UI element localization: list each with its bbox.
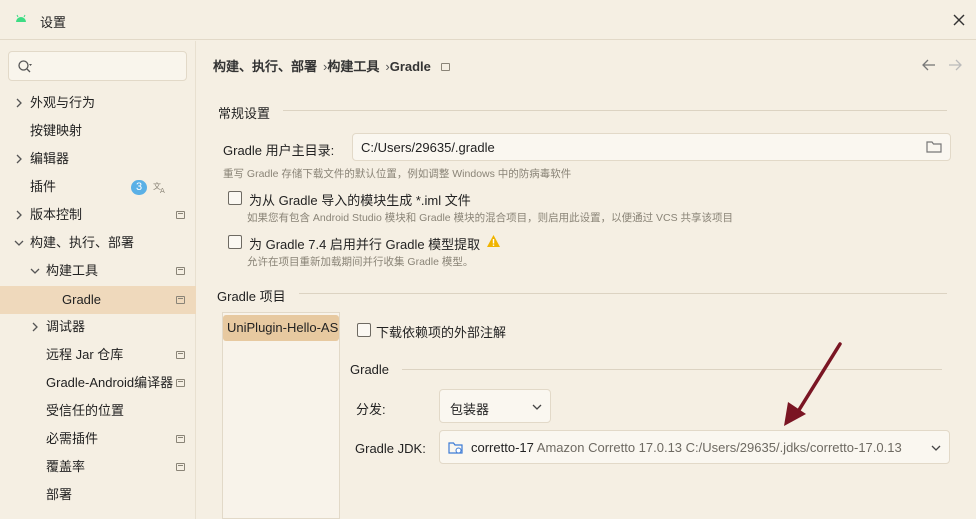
sidebar-item-label: Gradle-Android编译器 [46, 375, 174, 390]
sidebar-item-label: 部署 [46, 487, 73, 502]
chevron-down-icon [14, 240, 24, 246]
chevron-down-icon [30, 268, 40, 274]
project-item-uniplugin-hello-as[interactable]: UniPlugin-Hello-AS [223, 315, 339, 341]
project-scope-icon [176, 296, 185, 304]
chevron-right-icon [16, 154, 22, 164]
sidebar-item-deployment[interactable]: 部署 [0, 481, 196, 509]
jdk-folder-icon [448, 442, 463, 454]
gradle-user-home-hint: 重写 Gradle 存储下载文件的默认位置，例如调整 Windows 中的防病毒… [223, 168, 572, 180]
chevron-right-icon [16, 98, 22, 108]
sidebar-item-build-execution-deployment[interactable]: 构建、执行、部署 [0, 229, 196, 257]
sidebar-item-required-plugins[interactable]: 必需插件 [0, 425, 196, 453]
project-scope-icon [176, 267, 185, 275]
parallel-model-fetch-hint: 允许在项目重新加载期间并行收集 Gradle 模型。 [247, 256, 474, 268]
project-scope-icon [176, 463, 185, 471]
sidebar-item-gradle[interactable]: Gradle [0, 286, 196, 314]
forward-arrow-icon[interactable] [947, 57, 963, 73]
jdk-name: corretto-17 [471, 440, 534, 455]
gradle-settings-panel: 构建、执行、部署 ›构建工具 ›Gradle 常规设置 Gradle 用户主目录: … [197, 41, 976, 519]
sidebar-item-remote-jar-repositories[interactable]: 远程 Jar 仓库 [0, 341, 196, 369]
gradle-user-home-value: C:/Users/29635/.gradle [361, 140, 495, 155]
project-scope-icon [176, 435, 185, 443]
sidebar-item-label: 插件 [30, 179, 57, 194]
android-icon [16, 14, 26, 22]
distribution-value: 包装器 [450, 402, 490, 417]
sidebar-item-label: 受信任的位置 [46, 403, 125, 418]
sidebar-item-label: 构建工具 [46, 263, 99, 278]
project-scope-icon [176, 351, 185, 359]
breadcrumb-item[interactable]: 构建工具 [327, 59, 379, 74]
sidebar-item-gradle-android-compiler[interactable]: Gradle-Android编译器 [0, 369, 196, 397]
chevron-right-icon [32, 322, 38, 332]
project-scope-icon [176, 379, 185, 387]
section-divider [299, 293, 947, 294]
sidebar-item-label: 构建、执行、部署 [30, 235, 135, 250]
generate-iml-checkbox[interactable] [228, 191, 242, 205]
general-settings-title: 常规设置 [218, 106, 271, 121]
generate-iml-hint: 如果您有包含 Android Studio 模块和 Gradle 模块的混合项目… [247, 212, 733, 224]
sidebar-item-label: 按键映射 [30, 123, 83, 138]
sidebar-item-label: 远程 Jar 仓库 [46, 347, 124, 362]
generate-iml-label: 为从 Gradle 导入的模块生成 *.iml 文件 [249, 193, 471, 208]
sidebar-item-label: 外观与行为 [30, 95, 96, 110]
search-icon [18, 60, 32, 73]
gradle-jdk-select[interactable]: corretto-17 Amazon Corretto 17.0.13 C:/U… [439, 430, 950, 464]
plugins-count-badge: 3 [131, 180, 147, 195]
sidebar-item-debugger[interactable]: 调试器 [0, 313, 196, 341]
distribution-select[interactable]: 包装器 [439, 389, 551, 423]
download-external-annotations-label: 下载依赖项的外部注解 [376, 325, 507, 340]
sidebar-item-trusted-locations[interactable]: 受信任的位置 [0, 397, 196, 425]
parallel-model-fetch-checkbox[interactable] [228, 235, 242, 249]
chevron-down-icon [532, 404, 542, 410]
back-arrow-icon[interactable] [921, 57, 937, 73]
sidebar-item-keymap[interactable]: 按键映射 [0, 117, 196, 145]
sidebar-item-label: 覆盖率 [46, 459, 86, 474]
sidebar-item-editor[interactable]: 编辑器 [0, 145, 196, 173]
chevron-right-icon [16, 210, 22, 220]
breadcrumb-item: Gradle [389, 59, 431, 74]
title-bar: 设置 [0, 0, 976, 40]
gradle-user-home-label: Gradle 用户主目录: [223, 143, 335, 158]
gradle-jdk-label: Gradle JDK: [355, 441, 426, 456]
distribution-label: 分发: [356, 402, 386, 417]
project-scope-icon [440, 63, 450, 71]
project-scope-icon [176, 211, 185, 219]
gradle-subsection-title: Gradle [350, 362, 390, 377]
translate-icon: 文 A [153, 181, 165, 194]
gradle-projects-title: Gradle 项目 [217, 289, 286, 304]
gradle-user-home-field[interactable]: C:/Users/29635/.gradle [352, 133, 951, 161]
sidebar-item-build-tools[interactable]: 构建工具 [0, 257, 196, 285]
sidebar-item-plugins[interactable]: 插件 3 文 A [0, 173, 196, 201]
window-title: 设置 [40, 15, 67, 30]
parallel-model-fetch-label: 为 Gradle 7.4 启用并行 Gradle 模型提取 [249, 237, 481, 252]
breadcrumb-item[interactable]: 构建、执行、部署 [213, 59, 317, 74]
download-external-annotations-checkbox[interactable] [357, 323, 371, 337]
gradle-project-list: UniPlugin-Hello-AS [222, 312, 340, 519]
sidebar-item-label: 编辑器 [30, 151, 70, 166]
breadcrumb: 构建、执行、部署 ›构建工具 ›Gradle [213, 56, 450, 75]
jdk-detail: Amazon Corretto 17.0.13 C:/Users/29635/.… [536, 440, 902, 455]
warning-icon [487, 235, 500, 247]
sidebar-item-label: 必需插件 [46, 431, 99, 446]
sidebar-item-label: 调试器 [46, 319, 86, 334]
search-input[interactable] [8, 51, 187, 81]
sidebar-item-appearance[interactable]: 外观与行为 [0, 89, 196, 117]
sidebar-item-label: 版本控制 [30, 207, 83, 222]
sidebar-item-label: Gradle [62, 292, 102, 307]
gradle-jdk-value: corretto-17 Amazon Corretto 17.0.13 C:/U… [471, 440, 902, 455]
chevron-down-icon [931, 445, 941, 451]
sidebar-item-coverage[interactable]: 覆盖率 [0, 453, 196, 481]
close-icon[interactable] [950, 11, 968, 29]
sidebar-item-vcs[interactable]: 版本控制 [0, 201, 196, 229]
settings-sidebar: 外观与行为 按键映射 编辑器 插件 3 文 A 版本控制 构建、执行、部署 构建… [0, 41, 196, 519]
section-divider [283, 110, 947, 111]
section-divider [402, 369, 942, 370]
svg-text:A: A [160, 187, 165, 194]
folder-icon[interactable] [926, 140, 942, 154]
